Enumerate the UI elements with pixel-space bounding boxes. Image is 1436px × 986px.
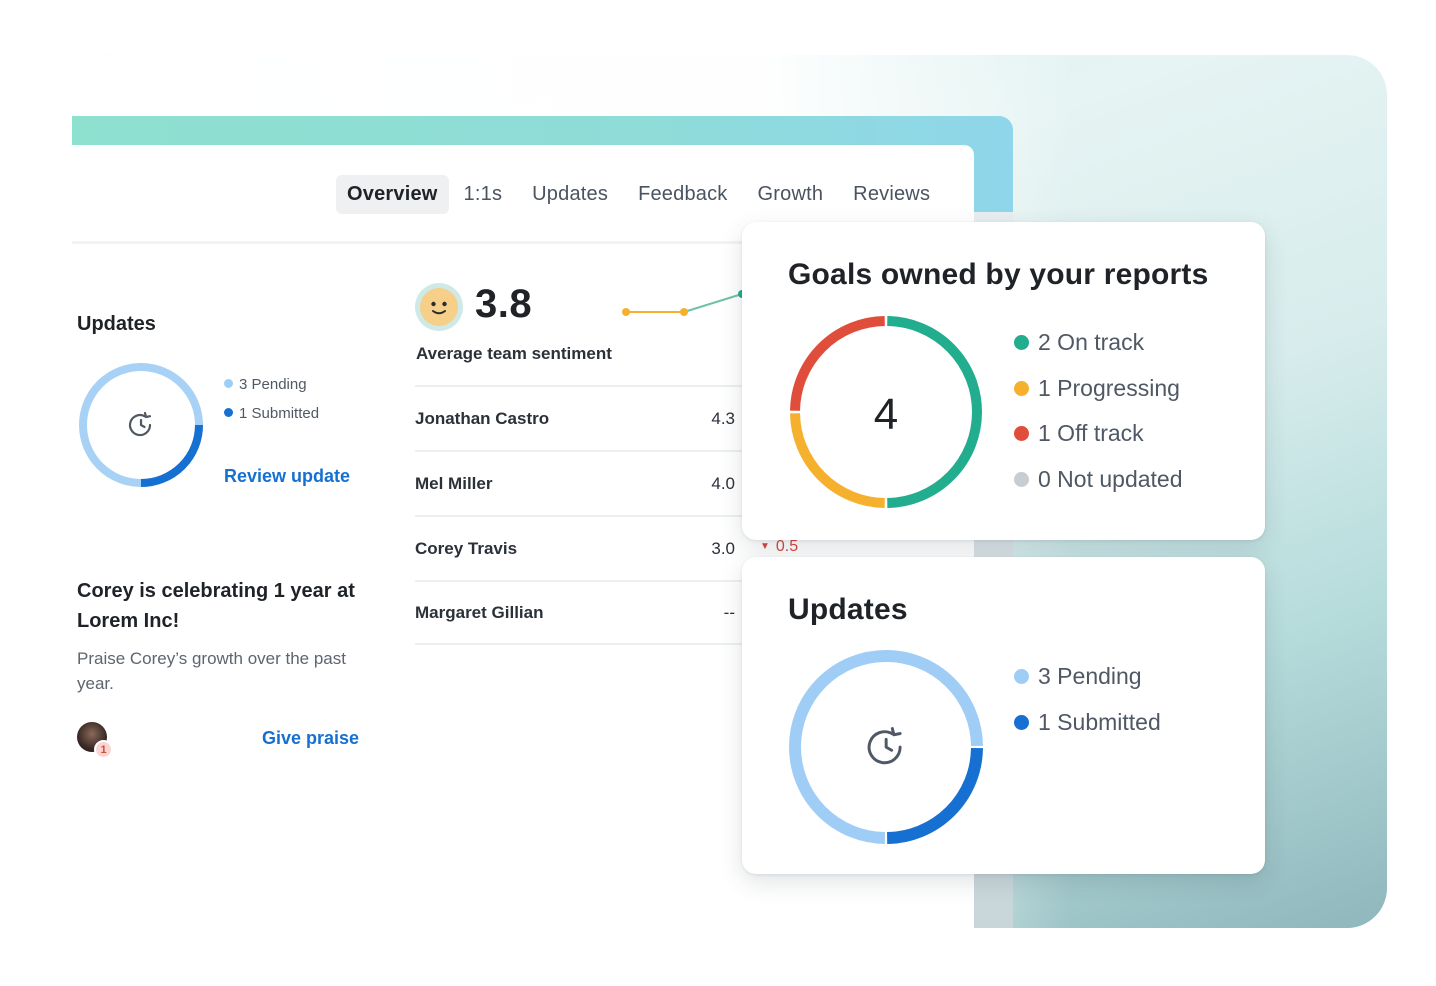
review-update-link[interactable]: Review update [224, 466, 350, 487]
updates-section-title: Updates [77, 313, 156, 335]
legend-item-off-track: 1 Off track [1014, 411, 1183, 457]
table-row[interactable]: Margaret Gillian -- [415, 580, 745, 645]
submitted-dot [224, 408, 233, 417]
row-name: Margaret Gillian [415, 602, 544, 622]
table-row[interactable]: Jonathan Castro 4.3 [415, 385, 745, 450]
goals-donut: 4 [790, 316, 982, 508]
updates-donut-segment-0 [886, 747, 983, 844]
updates-ring-small [79, 363, 203, 487]
tab-reviews[interactable]: Reviews [838, 175, 945, 214]
row-score: 4.0 [711, 473, 735, 493]
goals-donut-segment-1 [790, 413, 885, 508]
off-track-dot [1014, 426, 1029, 442]
not-updated-dot [1014, 471, 1029, 487]
updates-card-title: Updates [788, 593, 908, 626]
row-name: Jonathan Castro [415, 408, 550, 428]
sparkline-point [680, 308, 688, 316]
updates-card: Updates 3 Pending 1 Submitted [742, 557, 1265, 874]
row-score: 3.0 [711, 538, 735, 558]
avatar-badge: 1 [94, 740, 113, 759]
tab-overview[interactable]: Overview [336, 175, 449, 214]
legend-item-on-track: 2 On track [1014, 320, 1183, 366]
submitted-dot [1014, 714, 1029, 730]
sentiment-sparkline [622, 290, 746, 316]
smiley-face-icon [415, 283, 463, 331]
table-row[interactable]: Corey Travis 3.0 [415, 515, 745, 580]
goals-legend: 2 On track 1 Progressing 1 Off track 0 N… [1014, 320, 1183, 502]
progressing-dot [1014, 380, 1029, 396]
tab-growth[interactable]: Growth [743, 175, 839, 214]
clock-refresh-icon [867, 727, 902, 765]
table-row[interactable]: Mel Miller 4.0 [415, 450, 745, 515]
legend-item-submitted: 1 Submitted [1014, 700, 1161, 746]
updates-donut [789, 650, 983, 844]
sentiment-table: Jonathan Castro 4.3 Mel Miller 4.0 Corey… [415, 385, 745, 645]
goals-card-title: Goals owned by your reports [788, 258, 1209, 291]
give-praise-link[interactable]: Give praise [262, 728, 359, 749]
pending-dot [1014, 669, 1029, 685]
sparkline-point [622, 308, 630, 316]
sentiment-score: 3.8 [475, 282, 533, 326]
legend-item-pending: 3 Pending [224, 370, 319, 399]
legend-item-pending: 3 Pending [1014, 654, 1161, 700]
goals-donut-segment-0 [887, 316, 982, 508]
row-score: -- [723, 602, 735, 622]
row-name: Mel Miller [415, 473, 493, 493]
legend-item-submitted: 1 Submitted [224, 399, 319, 428]
sentiment-label: Average team sentiment [416, 344, 612, 363]
legend-item-not-updated: 0 Not updated [1014, 457, 1183, 503]
praise-description: Praise Corey’s growth over the past year… [77, 649, 346, 693]
goals-total: 4 [874, 390, 898, 439]
updates-legend: 3 Pending 1 Submitted [1014, 654, 1161, 745]
celebration-title: Corey is celebrating 1 year at Lorem Inc… [77, 580, 355, 632]
clock-refresh-icon [128, 411, 152, 437]
goals-card: Goals owned by your reports 4 2 On track… [742, 222, 1265, 540]
on-track-dot [1014, 335, 1029, 351]
tab-1on1s[interactable]: 1:1s [449, 175, 518, 214]
tab-updates[interactable]: Updates [517, 175, 623, 214]
legend-item-progressing: 1 Progressing [1014, 366, 1183, 412]
pending-dot [224, 379, 233, 388]
row-score: 4.3 [711, 408, 735, 428]
goals-donut-segment-2 [790, 316, 885, 411]
row-name: Corey Travis [415, 538, 518, 558]
tab-feedback[interactable]: Feedback [623, 175, 742, 214]
sentiment-delta: ▼ 0.5 [760, 538, 799, 555]
triangle-down-icon: ▼ [760, 541, 770, 552]
updates-legend-small: 3 Pending 1 Submitted [224, 370, 319, 428]
tab-bar: Overview 1:1s Updates Feedback Growth Re… [336, 175, 945, 214]
